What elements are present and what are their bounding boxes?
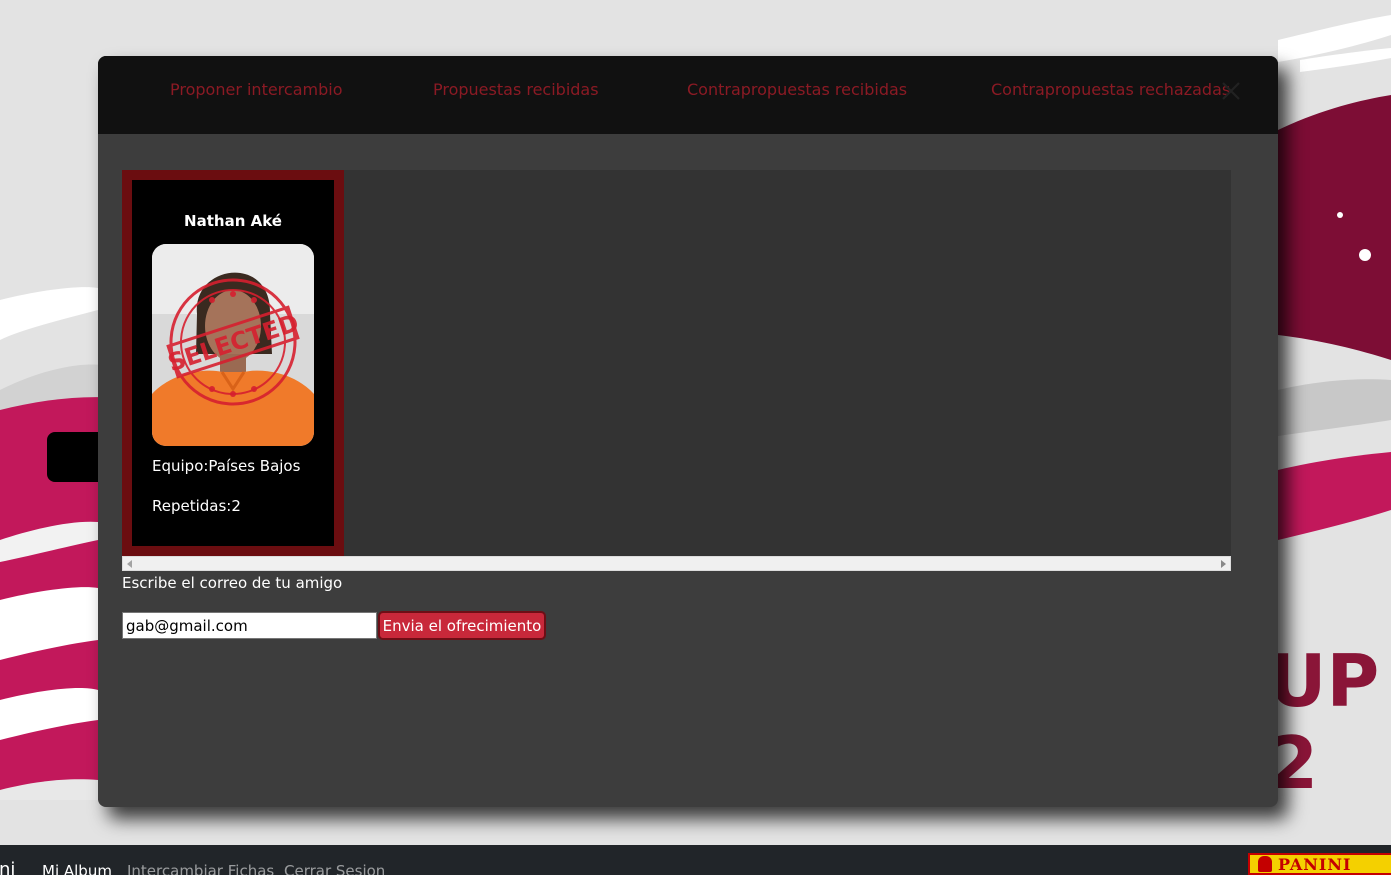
nav-link-mi-album[interactable]: Mi Album — [42, 862, 112, 875]
navbar: ini Mi Album Intercambiar Fichas Cerrar … — [0, 845, 1391, 875]
player-photo: SELECTED — [152, 244, 314, 446]
close-button[interactable] — [1220, 80, 1242, 102]
scroll-left-arrow-icon[interactable] — [127, 560, 132, 568]
scroll-right-arrow-icon[interactable] — [1221, 560, 1226, 568]
player-name: Nathan Aké — [184, 212, 282, 230]
send-offer-button[interactable]: Envia el ofrecimiento — [378, 611, 546, 640]
friend-email-input[interactable] — [122, 612, 377, 639]
background-wc-line-1: UP — [1268, 639, 1380, 723]
exchange-modal: Proponer intercambio Propuestas recibida… — [98, 56, 1278, 807]
player-photo-image: SELECTED — [152, 244, 314, 446]
navbar-brand[interactable]: ini — [0, 859, 15, 875]
friend-email-label: Escribe el correo de tu amigo — [122, 574, 343, 592]
modal-header: Proponer intercambio Propuestas recibida… — [98, 56, 1278, 134]
close-icon — [1222, 82, 1240, 100]
panini-logo: PANINI — [1248, 853, 1391, 875]
background-world-cup-text: UP 2 — [1268, 640, 1391, 804]
player-team: Equipo:Países Bajos — [152, 457, 301, 475]
tab-contrapropuestas-rechazadas[interactable]: Contrapropuestas rechazadas — [991, 80, 1230, 99]
panini-logo-text: PANINI — [1278, 854, 1352, 874]
selected-card-frame[interactable]: Nathan Aké SELECTED Equipo:Países Bajos … — [122, 170, 344, 556]
player-card[interactable]: Nathan Aké SELECTED Equipo:Países Bajos … — [132, 180, 334, 546]
background-wc-line-2: 2 — [1268, 721, 1319, 805]
horizontal-scrollbar[interactable] — [122, 556, 1231, 571]
tab-contrapropuestas-recibidas[interactable]: Contrapropuestas recibidas — [687, 80, 907, 99]
cards-strip: Nathan Aké SELECTED Equipo:Países Bajos … — [122, 170, 1231, 556]
player-repeated-count: Repetidas:2 — [152, 497, 241, 515]
nav-link-cerrar-sesion[interactable]: Cerrar Sesion — [284, 862, 385, 875]
nav-link-intercambiar-fichas[interactable]: Intercambiar Fichas — [127, 862, 274, 875]
panini-mascot-icon — [1258, 856, 1272, 872]
tab-proponer-intercambio[interactable]: Proponer intercambio — [170, 80, 342, 99]
tab-propuestas-recibidas[interactable]: Propuestas recibidas — [433, 80, 599, 99]
